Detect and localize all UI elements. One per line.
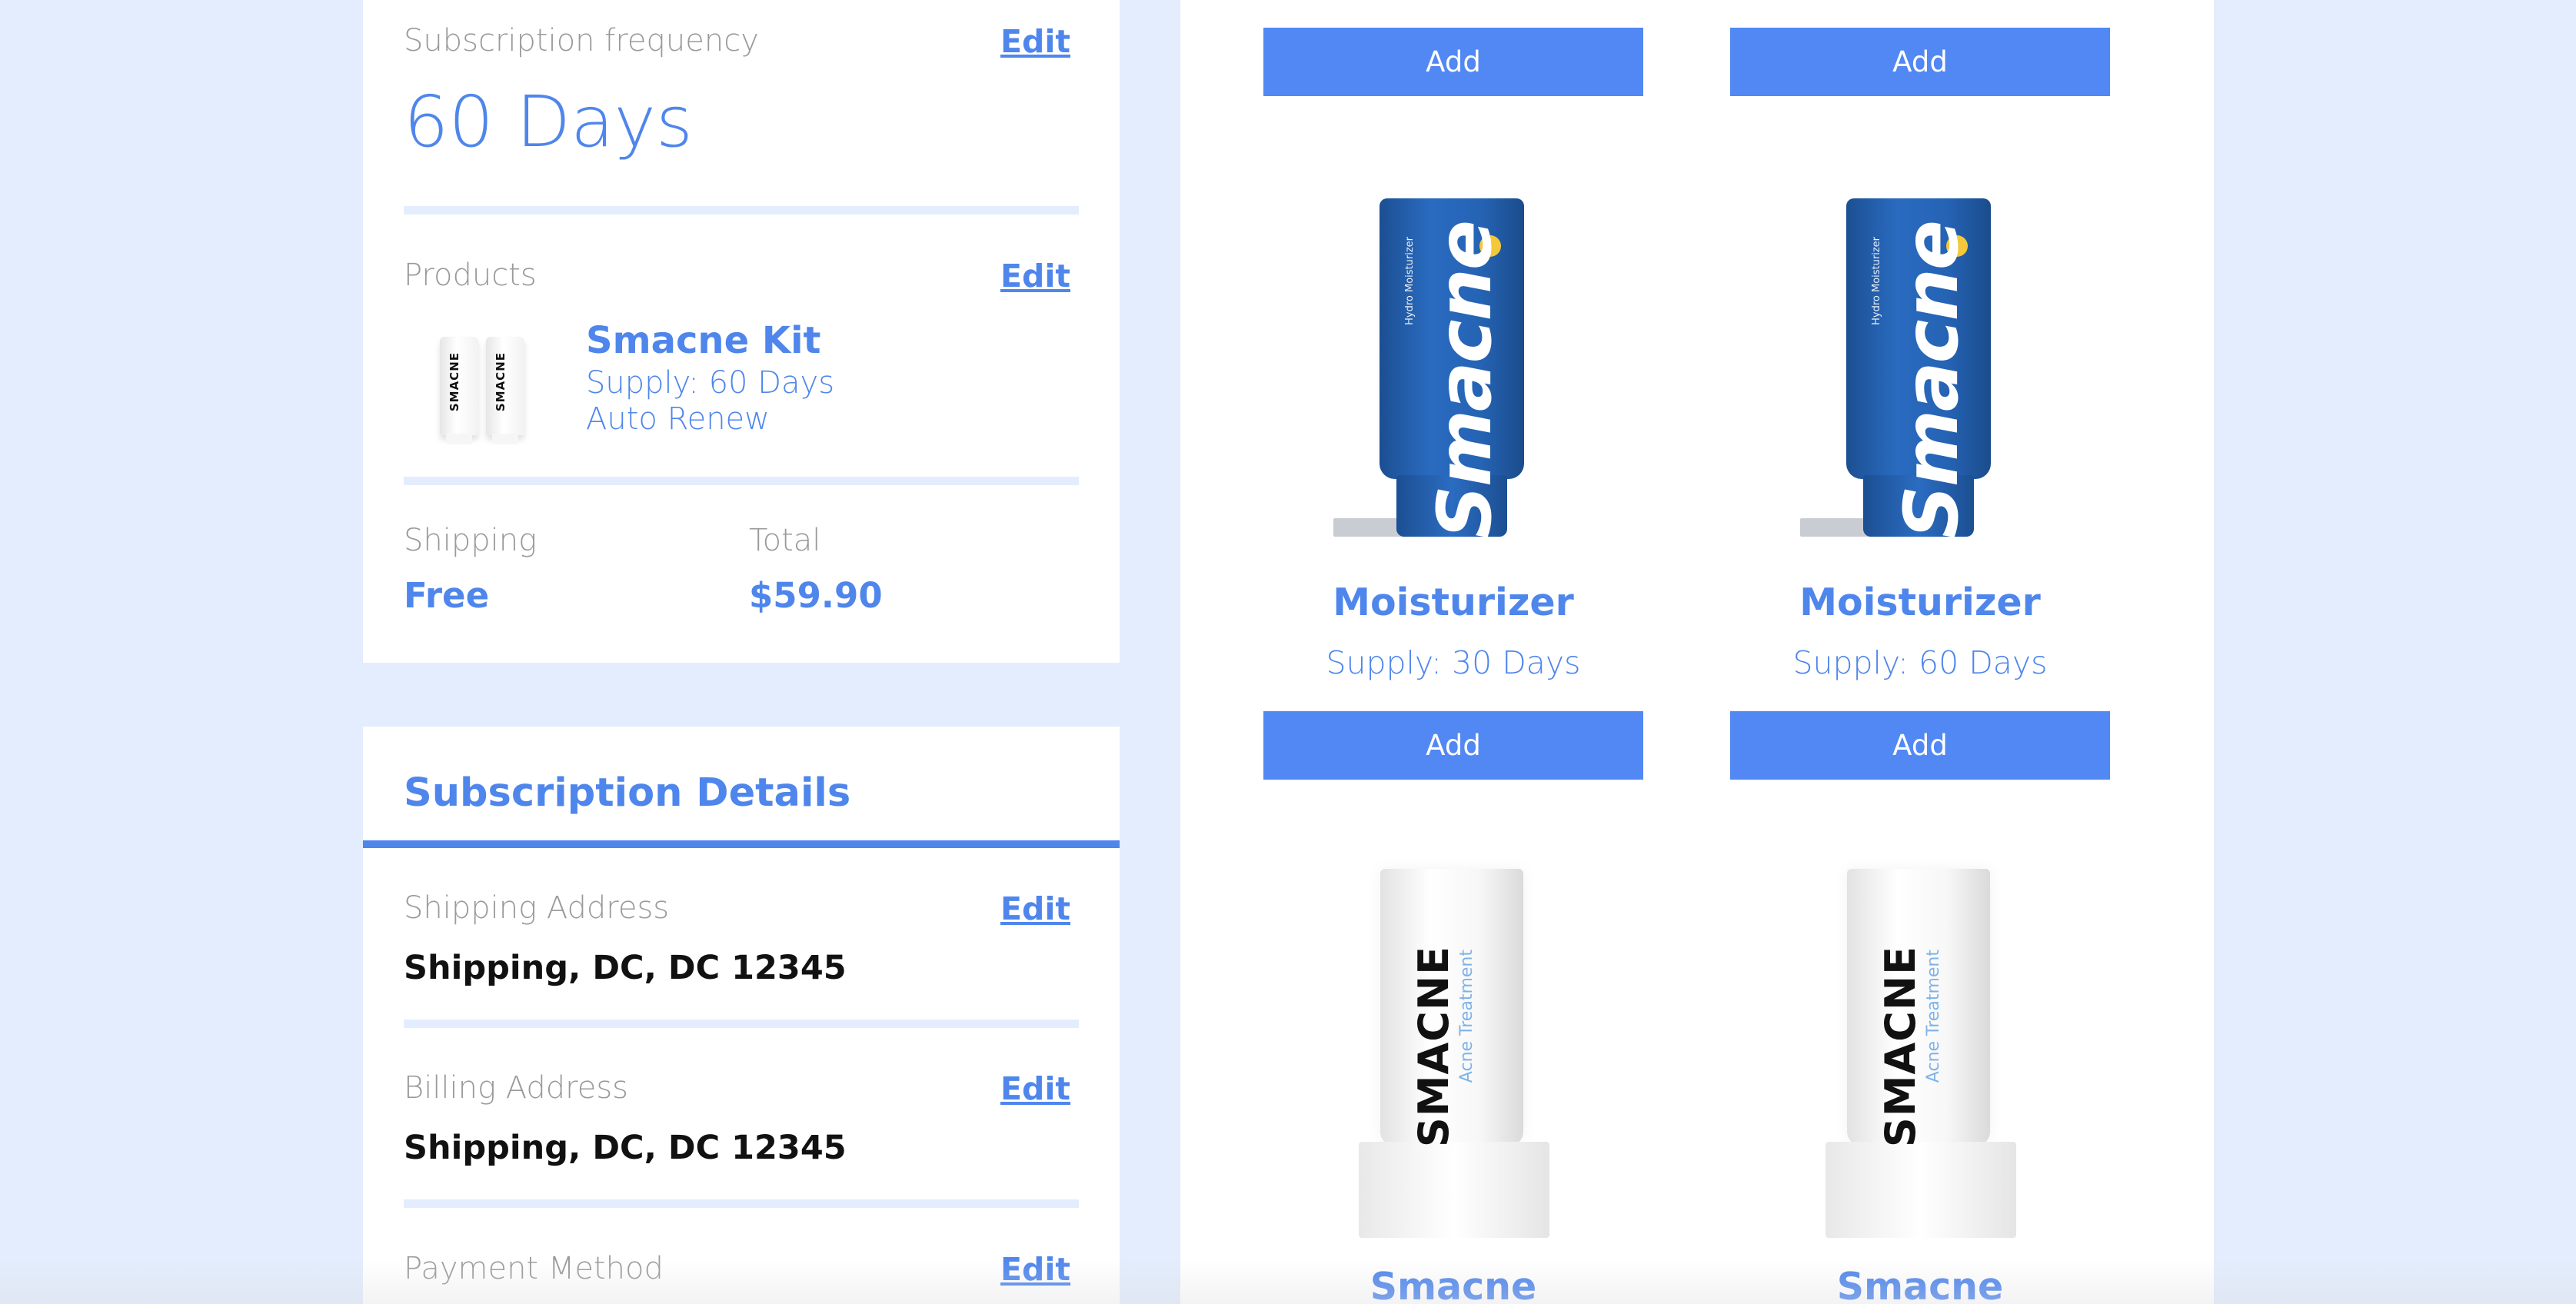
- product-supply: Supply: 60 Days: [1792, 644, 2048, 681]
- treatment-tube-image: SMACNE Acne Treatment: [1357, 869, 1549, 1238]
- edit-payment-method-link[interactable]: Edit: [1000, 1251, 1070, 1288]
- shipping-address-value: Shipping, DC, DC 12345: [404, 949, 847, 987]
- product-catalog-panel: Add Add Hydro Moisturizer Smacne Moistur…: [1180, 0, 2214, 1304]
- divider: [404, 206, 1079, 215]
- add-button[interactable]: Add: [1730, 28, 2110, 96]
- tube-image: SMACNE: [486, 337, 524, 444]
- products-label: Products: [404, 258, 537, 293]
- moisturizer-tube-image: Hydro Moisturizer Smacne: [1333, 198, 1524, 538]
- edit-products-link[interactable]: Edit: [1000, 258, 1070, 294]
- billing-address-label: Billing Address: [404, 1070, 629, 1106]
- shipping-value: Free: [404, 575, 490, 616]
- edit-shipping-address-link[interactable]: Edit: [1000, 890, 1070, 927]
- divider: [404, 1020, 1079, 1028]
- product-title: Moisturizer: [1799, 580, 2041, 624]
- shipping-address-label: Shipping Address: [404, 890, 670, 926]
- edit-frequency-link[interactable]: Edit: [1000, 23, 1070, 60]
- total-value: $59.90: [749, 575, 883, 616]
- edit-billing-address-link[interactable]: Edit: [1000, 1070, 1070, 1107]
- shipping-label: Shipping: [404, 523, 537, 558]
- product-title: Smacne Treatment: [1836, 1265, 2004, 1304]
- billing-address-value: Shipping, DC, DC 12345: [404, 1129, 847, 1167]
- payment-method-label: Payment Method: [404, 1251, 664, 1286]
- add-button[interactable]: Add: [1263, 28, 1643, 96]
- product-name: Smacne Kit: [586, 319, 821, 362]
- add-moisturizer-30-button[interactable]: Add: [1263, 711, 1643, 780]
- total-label: Total: [749, 523, 821, 558]
- product-supply: Supply: 30 Days: [1326, 644, 1581, 681]
- moisturizer-tube-image: Hydro Moisturizer Smacne: [1800, 198, 1991, 538]
- divider: [404, 1199, 1079, 1208]
- product-renew: Auto Renew: [586, 401, 770, 437]
- product-supply: Supply: 60 Days: [586, 365, 835, 401]
- subscription-details-card: Subscription Details Shipping Address Ed…: [363, 727, 1120, 1304]
- add-moisturizer-60-button[interactable]: Add: [1730, 711, 2110, 780]
- divider: [404, 477, 1079, 485]
- section-title: Subscription Details: [404, 770, 851, 816]
- title-underline: [363, 840, 1120, 848]
- product-thumbnail: SMACNE SMACNE: [424, 315, 555, 446]
- frequency-label: Subscription frequency: [404, 23, 759, 58]
- product-title: Moisturizer: [1333, 580, 1574, 624]
- treatment-tube-image: SMACNE Acne Treatment: [1824, 869, 2016, 1238]
- tube-image: SMACNE: [440, 337, 478, 444]
- subscription-summary-card: Subscription frequency Edit 60 Days Prod…: [363, 0, 1120, 663]
- frequency-value: 60 Days: [404, 81, 693, 163]
- left-column: Subscription frequency Edit 60 Days Prod…: [363, 0, 1120, 1304]
- product-title: Smacne Treatment: [1370, 1265, 1537, 1304]
